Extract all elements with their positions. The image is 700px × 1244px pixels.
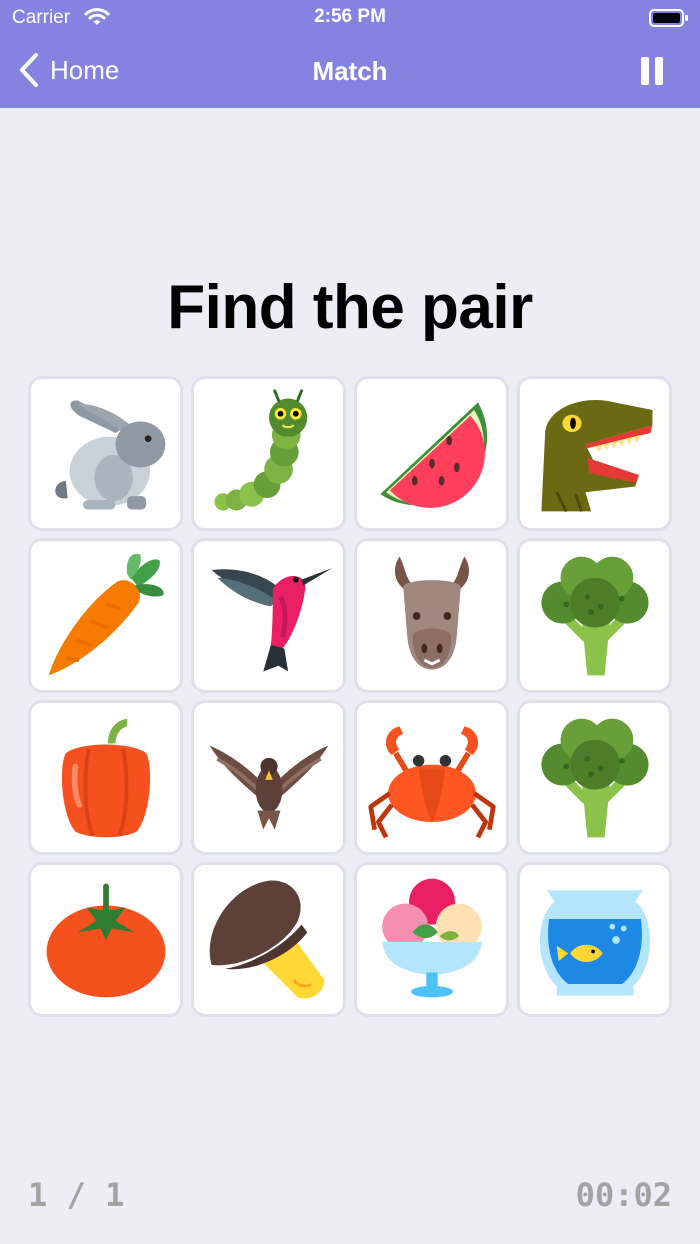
pause-icon: [641, 57, 649, 85]
mushroom-icon: [209, 880, 325, 998]
card[interactable]: [191, 538, 346, 693]
card[interactable]: [517, 700, 672, 855]
status-time: 2:56 PM: [314, 6, 386, 27]
card[interactable]: [517, 538, 672, 693]
card[interactable]: [191, 700, 346, 855]
ice-cream-icon: [381, 878, 482, 997]
card[interactable]: [28, 862, 183, 1017]
card[interactable]: [354, 700, 509, 855]
card[interactable]: [517, 376, 672, 531]
game-prompt: Find the pair: [167, 273, 533, 342]
broccoli-icon: [540, 718, 649, 837]
trex-icon: [540, 399, 652, 512]
pause-button[interactable]: [640, 55, 664, 87]
card[interactable]: [28, 376, 183, 531]
crab-icon: [367, 725, 496, 838]
card[interactable]: [517, 862, 672, 1017]
timer: 00:02: [575, 1176, 672, 1214]
card[interactable]: [28, 538, 183, 693]
card[interactable]: [191, 376, 346, 531]
card[interactable]: [354, 538, 509, 693]
bell-pepper-icon: [61, 718, 150, 837]
caterpillar-icon: [213, 388, 307, 510]
hummingbird-icon: [211, 567, 332, 672]
tomato-icon: [46, 883, 165, 997]
card[interactable]: [354, 376, 509, 531]
page-title: Match: [312, 56, 388, 86]
rabbit-icon: [54, 399, 165, 510]
card[interactable]: [354, 862, 509, 1017]
broccoli-icon: [540, 556, 649, 675]
carrot-icon: [48, 553, 164, 675]
progress-counter: 1 / 1: [28, 1176, 125, 1214]
card-grid: [28, 376, 672, 1017]
nav-header: Carrier 2:56 PM Home Match: [0, 0, 700, 108]
status-bar: Carrier 2:56 PM: [0, 0, 700, 36]
card[interactable]: [28, 700, 183, 855]
eagle-icon: [209, 744, 328, 830]
watermelon-icon: [379, 401, 487, 508]
fishbowl-icon: [539, 889, 650, 996]
battery-icon: [649, 9, 688, 27]
card[interactable]: [191, 862, 346, 1017]
llama-icon: [394, 556, 469, 670]
